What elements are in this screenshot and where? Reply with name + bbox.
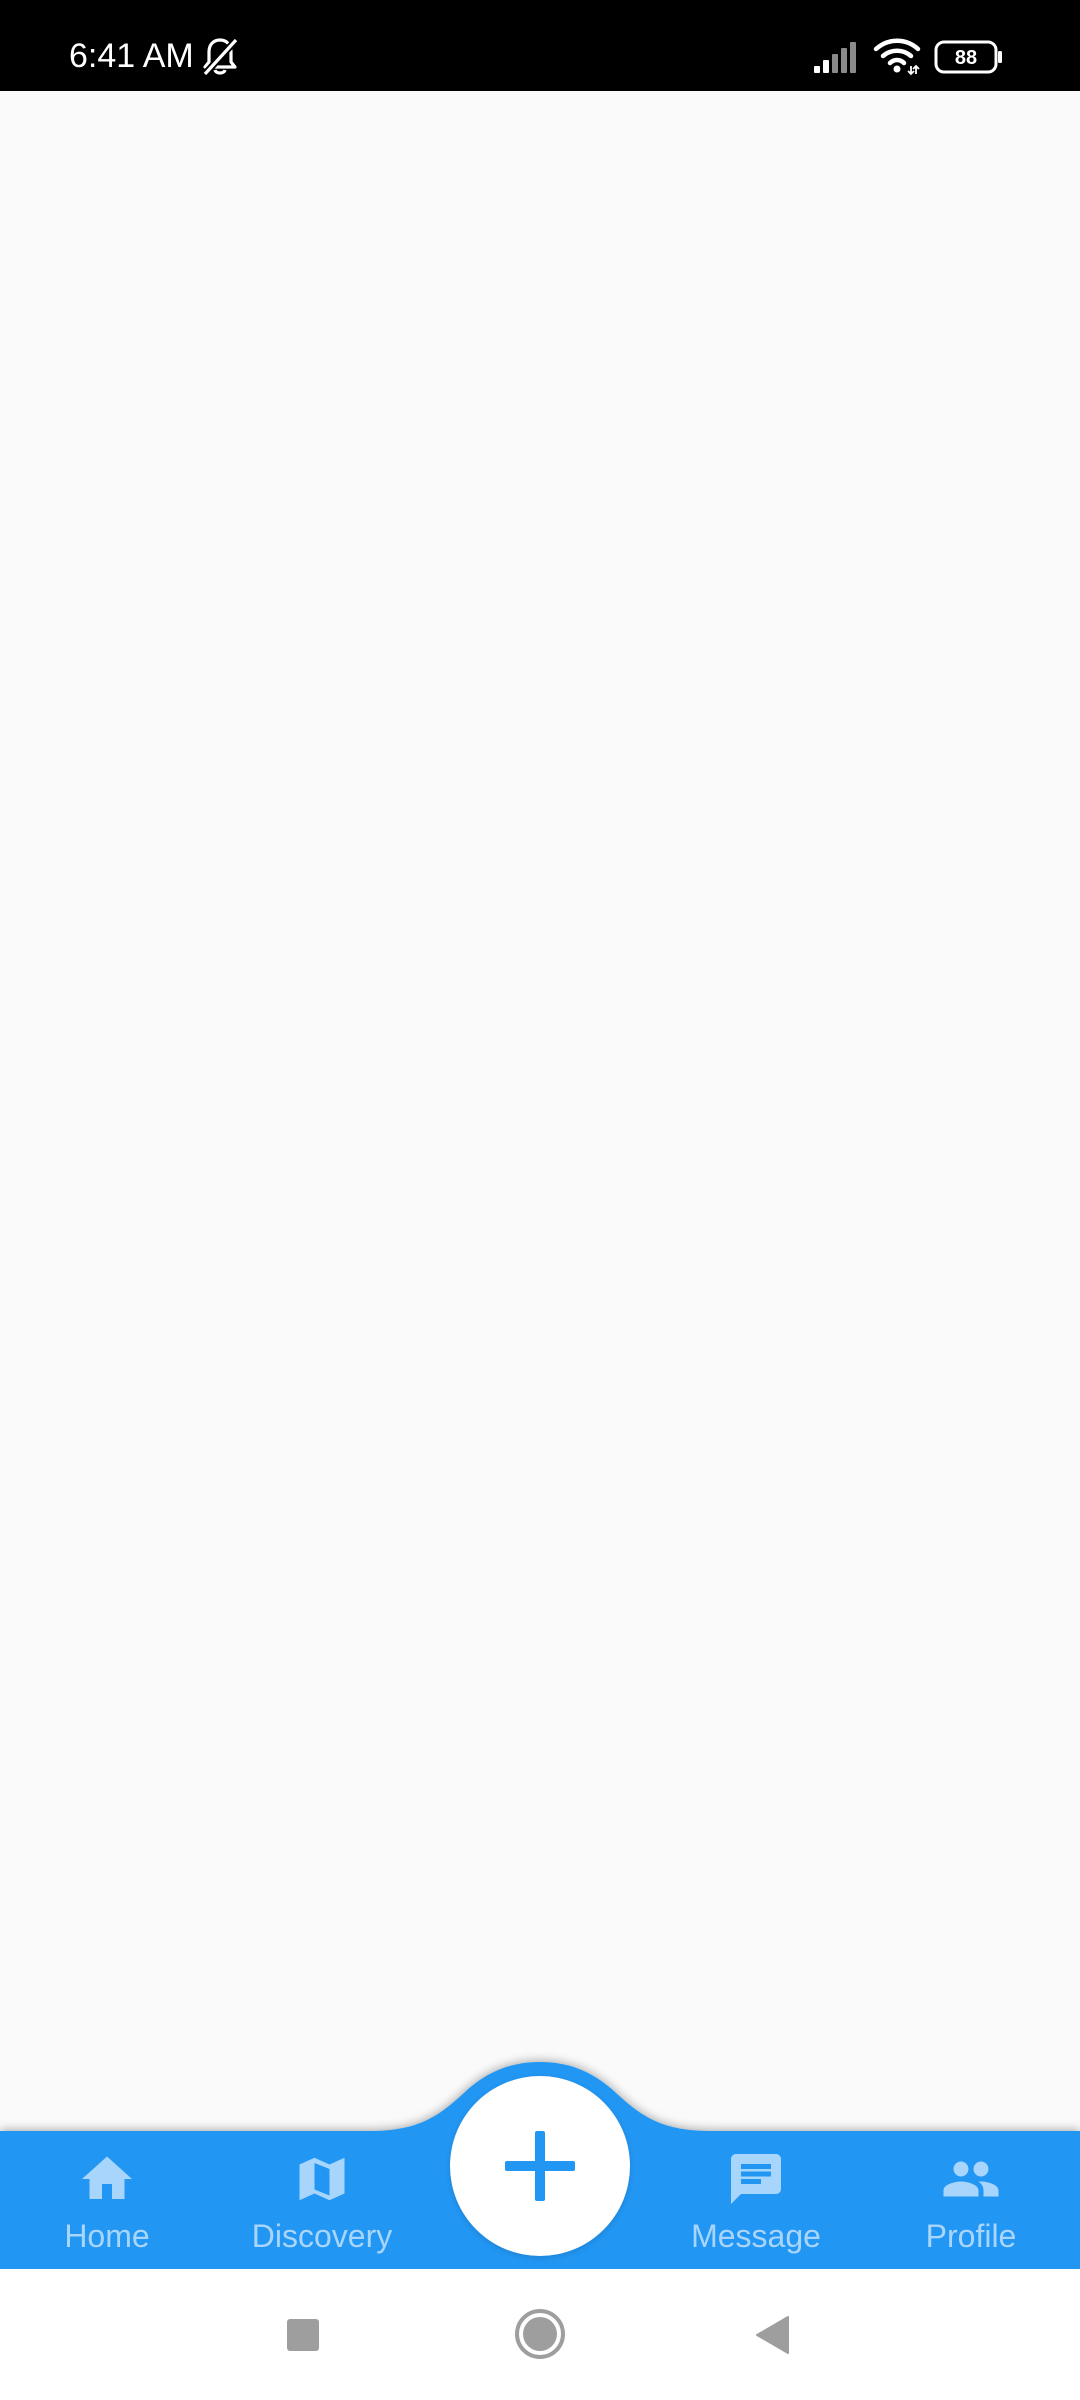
home-button[interactable]: [514, 2308, 566, 2360]
bell-off-icon: [202, 37, 239, 77]
nav-label-message: Message: [691, 2218, 821, 2254]
recents-button[interactable]: [286, 2318, 320, 2352]
battery-level: 88: [955, 47, 977, 69]
map-icon: [299, 2157, 345, 2201]
wifi-icon: [873, 38, 921, 76]
people-icon: [943, 2161, 999, 2197]
plus-icon: [505, 2131, 575, 2201]
nav-label-discovery: Discovery: [251, 2218, 393, 2254]
message-icon: [731, 2154, 781, 2204]
nav-item-home[interactable]: Home: [7, 2130, 207, 2260]
home-icon: [82, 2156, 132, 2199]
nav-label-profile: Profile: [925, 2218, 1017, 2254]
system-nav-bar: [0, 2269, 1080, 2400]
nav-item-message[interactable]: Message: [656, 2130, 856, 2260]
back-button[interactable]: [754, 2315, 790, 2355]
signal-icon: [814, 42, 856, 73]
nav-item-discovery[interactable]: Discovery: [222, 2130, 422, 2260]
nav-item-profile[interactable]: Profile: [871, 2130, 1071, 2260]
content-area: [0, 91, 1080, 2130]
nav-label-home: Home: [64, 2218, 150, 2254]
app-screen: 6:41 AM 88 Home Discovery Message Profil…: [0, 0, 1080, 2400]
status-time: 6:41 AM: [69, 37, 194, 75]
battery-icon: 88: [934, 40, 1002, 74]
add-button[interactable]: [450, 2076, 630, 2256]
status-bar: 6:41 AM 88: [0, 0, 1080, 91]
